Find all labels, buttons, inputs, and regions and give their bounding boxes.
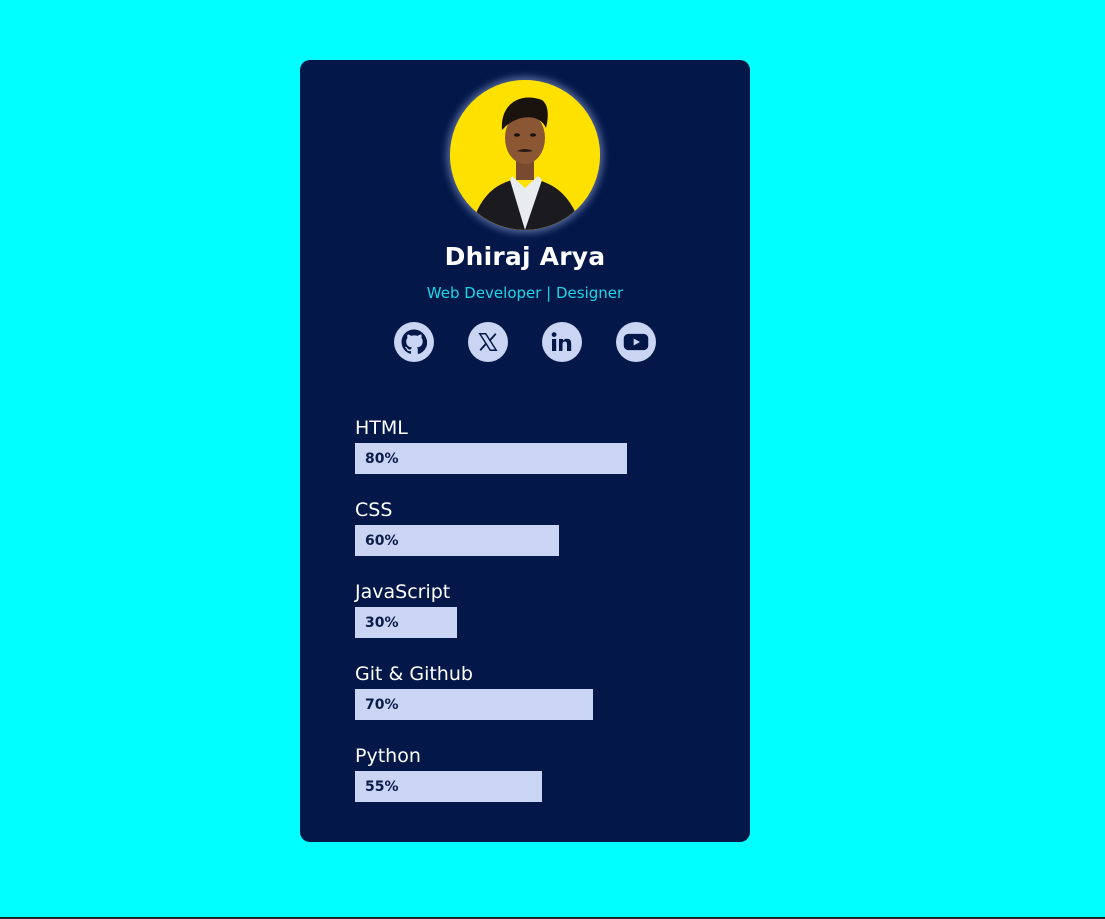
profile-card: Dhiraj Arya Web Developer | Designer HTM…: [300, 60, 750, 842]
skill-percent: 55%: [365, 778, 399, 795]
profile-role: Web Developer | Designer: [426, 284, 624, 302]
skill-name: Git & Github: [355, 663, 473, 685]
skill-percent: 30%: [365, 614, 399, 631]
profile-name: Dhiraj Arya: [444, 242, 606, 271]
skill-progress-bar: 70%: [355, 689, 593, 720]
skill-name: JavaScript: [355, 581, 451, 603]
skill-item: CSS 60%: [355, 496, 695, 578]
skill-name: CSS: [355, 499, 393, 521]
github-link[interactable]: [394, 322, 434, 362]
x-icon: [478, 333, 498, 351]
skill-progress-bar: 55%: [355, 771, 542, 802]
skill-item: Python 55%: [355, 742, 695, 824]
skills-list: HTML 80% CSS 60% JavaScript 30% Git & Gi…: [355, 414, 695, 824]
skill-progress-bar: 80%: [355, 443, 627, 474]
avatar-photo: [450, 80, 600, 230]
skill-item: JavaScript 30%: [355, 578, 695, 660]
skill-name: Python: [355, 745, 421, 767]
skill-progress-bar: 60%: [355, 525, 559, 556]
skill-progress-bar: 30%: [355, 607, 457, 638]
linkedin-icon: [551, 332, 572, 351]
skill-name: HTML: [355, 417, 408, 439]
youtube-link[interactable]: [616, 322, 656, 362]
github-icon: [401, 329, 427, 354]
skill-percent: 60%: [365, 532, 399, 549]
x-link[interactable]: [468, 322, 508, 362]
page: Dhiraj Arya Web Developer | Designer HTM…: [0, 0, 1105, 919]
skill-percent: 70%: [365, 696, 399, 713]
skill-item: Git & Github 70%: [355, 660, 695, 742]
skill-item: HTML 80%: [355, 414, 695, 496]
youtube-icon: [623, 333, 649, 351]
social-links: [394, 322, 656, 362]
avatar: [450, 80, 600, 230]
skill-percent: 80%: [365, 450, 399, 467]
linkedin-link[interactable]: [542, 322, 582, 362]
